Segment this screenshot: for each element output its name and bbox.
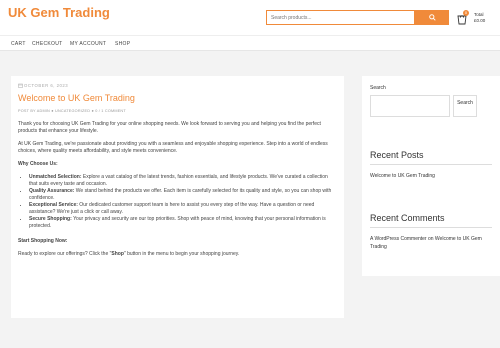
post-date-text: OCTOBER 6, 2023 bbox=[24, 83, 69, 88]
nav-item-my-account[interactable]: MY ACCOUNT bbox=[70, 41, 106, 47]
search-icon bbox=[428, 14, 436, 21]
sidebar-search: Search bbox=[370, 95, 492, 117]
sidebar-search-button[interactable]: Search bbox=[453, 95, 477, 117]
post-date: OCTOBER 6, 2023 bbox=[18, 83, 337, 88]
post-closing: Ready to explore our offerings? Click th… bbox=[18, 251, 240, 257]
list-item: Exceptional Service: Our dedicated custo… bbox=[29, 202, 337, 216]
product-search-button[interactable] bbox=[415, 10, 449, 25]
cart-count-badge: 0 bbox=[463, 9, 469, 16]
post-body: Thank you for choosing UK Gem Trading fo… bbox=[18, 121, 337, 258]
nav-item-cart[interactable]: CART bbox=[11, 41, 26, 47]
list-item: Unmatched Selection: Explore a vast cata… bbox=[29, 174, 337, 188]
divider bbox=[370, 227, 492, 228]
recent-comment-link[interactable]: A WordPress Commenter on Welcome to UK G… bbox=[370, 235, 492, 251]
post-about: At UK Gem Trading, we're passionate abou… bbox=[18, 141, 328, 154]
main-nav: CART CHECKOUT MY ACCOUNT SHOP bbox=[0, 35, 500, 51]
post-intro: Thank you for choosing UK Gem Trading fo… bbox=[18, 121, 321, 134]
calendar-icon bbox=[18, 83, 23, 88]
site-header: UK Gem Trading 0 Total £0.00 bbox=[0, 0, 500, 35]
why-heading: Why Choose Us: bbox=[18, 161, 58, 167]
sidebar: Search Search Recent Posts Welcome to UK… bbox=[362, 76, 500, 276]
nav-item-checkout[interactable]: CHECKOUT bbox=[32, 41, 62, 47]
divider bbox=[370, 164, 492, 165]
start-heading: Start Shopping Now: bbox=[18, 238, 68, 244]
recent-comments-heading: Recent Comments bbox=[370, 213, 445, 223]
sidebar-search-label: Search bbox=[370, 85, 386, 91]
cart-total: Total £0.00 bbox=[474, 12, 485, 23]
product-search bbox=[266, 10, 449, 25]
cart-icon: 0 bbox=[457, 9, 469, 24]
post-meta: POST BY ADMIN ● UNCATEGORIZED ● 0 / 1 CO… bbox=[18, 109, 126, 113]
recent-posts-heading: Recent Posts bbox=[370, 150, 424, 160]
cart-total-value: £0.00 bbox=[474, 17, 486, 23]
recent-post-link[interactable]: Welcome to UK Gem Trading bbox=[370, 172, 492, 180]
sidebar-search-input[interactable] bbox=[370, 95, 450, 117]
list-item: Quality Assurance: We stand behind the p… bbox=[29, 188, 337, 202]
product-search-input[interactable] bbox=[266, 10, 415, 25]
mini-cart[interactable]: 0 Total £0.00 bbox=[457, 9, 485, 25]
reasons-list: Unmatched Selection: Explore a vast cata… bbox=[29, 174, 337, 230]
post-article: OCTOBER 6, 2023 Welcome to UK Gem Tradin… bbox=[11, 76, 344, 318]
site-title[interactable]: UK Gem Trading bbox=[8, 5, 110, 20]
post-title[interactable]: Welcome to UK Gem Trading bbox=[18, 93, 337, 103]
nav-item-shop[interactable]: SHOP bbox=[115, 41, 130, 47]
shop-link: Shop bbox=[111, 251, 124, 257]
list-item: Secure Shopping: Your privacy and securi… bbox=[29, 216, 337, 230]
